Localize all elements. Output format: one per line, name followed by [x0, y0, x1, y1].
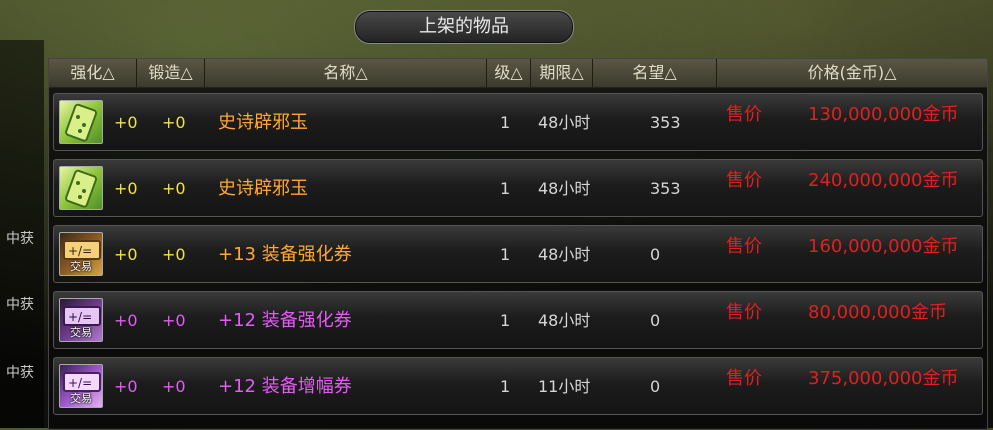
- sort-enhance-header[interactable]: 强化△: [49, 59, 137, 87]
- price-label: 售价: [726, 302, 762, 323]
- item-name: +13 装备强化券: [218, 244, 352, 265]
- forge-value: +0: [162, 311, 186, 330]
- sort-name-header[interactable]: 名称△: [205, 59, 487, 87]
- sort-price-header[interactable]: 价格(金币)△: [717, 59, 987, 87]
- level-value: 1: [500, 245, 511, 264]
- svg-text:+/=: +/=: [68, 310, 92, 324]
- fame-value: 0: [650, 377, 661, 396]
- sort-duration-header[interactable]: 期限△: [531, 59, 593, 87]
- price-label: 售价: [726, 236, 762, 257]
- forge-value: +0: [162, 113, 186, 132]
- side-tab[interactable]: 中获: [0, 362, 40, 384]
- item-tag: 交易: [70, 326, 92, 339]
- fame-value: 0: [650, 245, 661, 264]
- duration-value: 11小时: [538, 377, 591, 396]
- item-name: 史诗辟邪玉: [218, 178, 308, 199]
- item-tag: 交易: [70, 392, 92, 405]
- forge-value: +0: [162, 179, 186, 198]
- level-value: 1: [500, 179, 511, 198]
- table-row[interactable]: +0 +0 史诗辟邪玉 1 48小时 353 售价 240,000,000金币: [53, 159, 983, 217]
- duration-value: 48小时: [538, 311, 591, 330]
- table-row[interactable]: +0 +0 史诗辟邪玉 1 48小时 353 售价 130,000,000金币: [53, 93, 983, 151]
- sort-level-header[interactable]: 级△: [487, 59, 531, 87]
- table-header: 强化△ 锻造△ 名称△ 级△ 期限△ 名望△ 价格(金币)△: [49, 59, 987, 88]
- fame-value: 353: [650, 179, 681, 198]
- price-label: 售价: [726, 170, 762, 191]
- side-tab[interactable]: 中获: [0, 228, 40, 250]
- amplify-ticket-icon[interactable]: +/= 交易: [59, 364, 103, 408]
- listed-items-panel: 强化△ 锻造△ 名称△ 级△ 期限△ 名望△ 价格(金币)△ +0 +0 史诗辟…: [48, 58, 988, 430]
- enhance-ticket-icon[interactable]: +/= 交易: [59, 298, 103, 342]
- jade-scroll-icon[interactable]: [59, 100, 103, 144]
- item-tag: 交易: [70, 260, 92, 273]
- item-name: 史诗辟邪玉: [218, 112, 308, 133]
- price-label: 售价: [726, 368, 762, 389]
- duration-value: 48小时: [538, 113, 591, 132]
- fame-value: 353: [650, 113, 681, 132]
- jade-scroll-icon[interactable]: [59, 166, 103, 210]
- enhance-value: +0: [114, 311, 138, 330]
- side-tab[interactable]: 中获: [0, 294, 40, 316]
- table-row[interactable]: +/= 交易 +0 +0 +12 装备强化券 1 48小时 0 售价 80,00…: [53, 291, 983, 349]
- price-value: 130,000,000金币: [808, 104, 959, 125]
- price-value: 240,000,000金币: [808, 170, 959, 191]
- sort-fame-header[interactable]: 名望△: [593, 59, 717, 87]
- forge-value: +0: [162, 245, 186, 264]
- svg-text:+/=: +/=: [68, 244, 92, 258]
- svg-text:+/=: +/=: [68, 376, 92, 390]
- enhance-value: +0: [114, 179, 138, 198]
- enhance-value: +0: [114, 245, 138, 264]
- item-name: +12 装备强化券: [218, 310, 352, 331]
- duration-value: 48小时: [538, 245, 591, 264]
- window-title: 上架的物品: [354, 10, 574, 44]
- level-value: 1: [500, 311, 511, 330]
- price-label: 售价: [726, 104, 762, 125]
- fame-value: 0: [650, 311, 661, 330]
- duration-value: 48小时: [538, 179, 591, 198]
- enhance-ticket-icon[interactable]: +/= 交易: [59, 232, 103, 276]
- price-value: 160,000,000金币: [808, 236, 959, 257]
- level-value: 1: [500, 113, 511, 132]
- price-value: 80,000,000金币: [808, 302, 948, 323]
- price-value: 375,000,000金币: [808, 368, 959, 389]
- item-name: +12 装备增幅券: [218, 376, 352, 397]
- level-value: 1: [500, 377, 511, 396]
- enhance-value: +0: [114, 113, 138, 132]
- table-row[interactable]: +/= 交易 +0 +0 +13 装备强化券 1 48小时 0 售价 160,0…: [53, 225, 983, 283]
- table-row[interactable]: +/= 交易 +0 +0 +12 装备增幅券 1 11小时 0 售价 375,0…: [53, 357, 983, 415]
- enhance-value: +0: [114, 377, 138, 396]
- left-side-panel: 中获 中获 中获: [0, 40, 44, 428]
- forge-value: +0: [162, 377, 186, 396]
- sort-forge-header[interactable]: 锻造△: [137, 59, 205, 87]
